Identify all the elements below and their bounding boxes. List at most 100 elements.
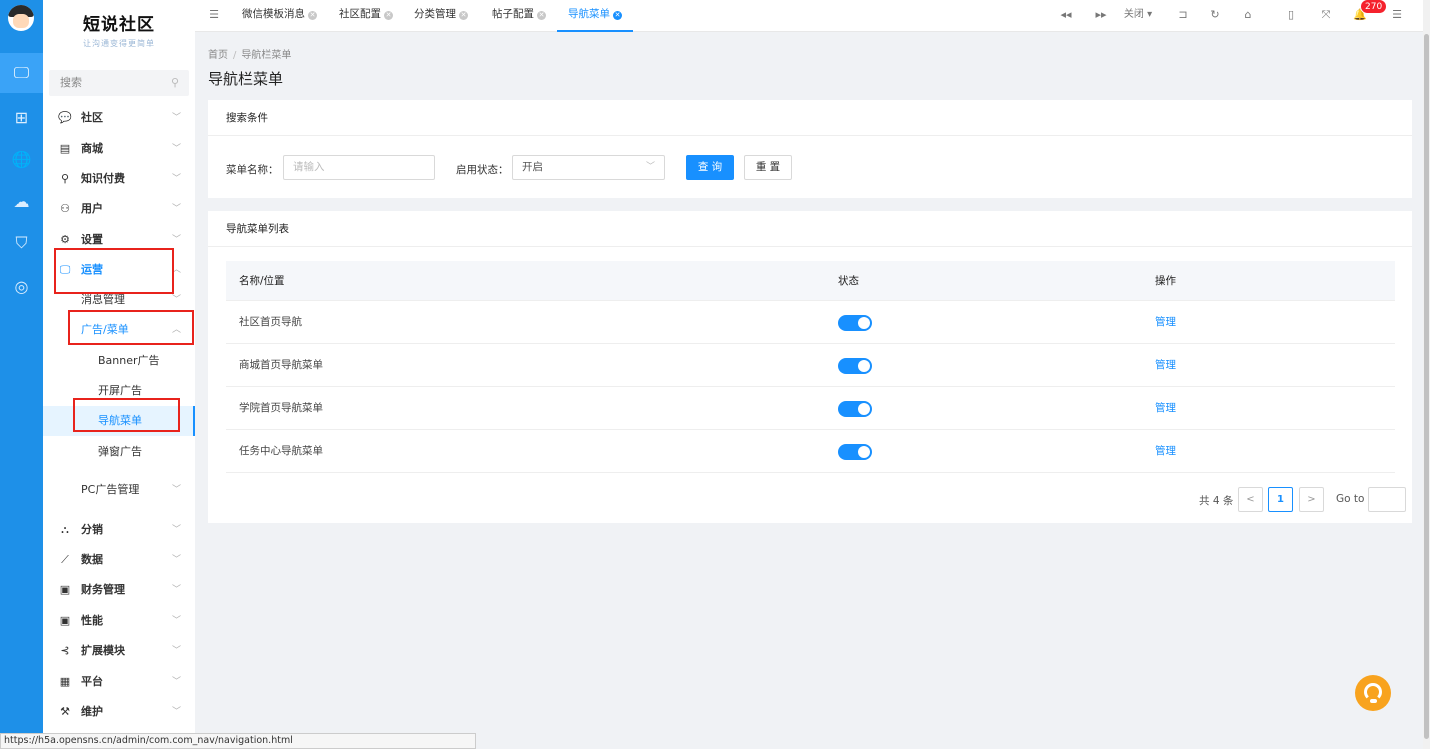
sidebar-item-label: 社区 xyxy=(81,111,103,124)
sidebar-item-finance[interactable]: ▣ 财务管理 ﹀ xyxy=(43,575,195,605)
close-icon[interactable]: ✕ xyxy=(537,11,546,20)
search-icon[interactable]: ⚲ xyxy=(171,70,179,96)
status-toggle[interactable] xyxy=(838,358,872,374)
sidebar-item-label: 性能 xyxy=(81,614,103,627)
column-header-action: 操作 xyxy=(1155,275,1176,287)
sidebar: 短说社区 让沟通变得更简单 搜索 ⚲ 💬 社区 ﹀ ▤ 商城 ﹀ ⚲ 知识付费 ﹀ ⚇ 用户 ﹀… xyxy=(43,0,195,749)
manage-link[interactable]: 管理 xyxy=(1155,344,1176,387)
chevron-down-icon: ﹀ xyxy=(171,585,181,595)
sidebar-item-extensions[interactable]: ⊰ 扩展模块 ﹀ xyxy=(43,636,195,666)
goto-label: Go to xyxy=(1336,493,1365,505)
close-tabs-label: 关闭 xyxy=(1123,9,1144,20)
customer-service-icon[interactable] xyxy=(1355,675,1391,711)
sidebar-item-label: 商城 xyxy=(81,142,103,155)
home-icon[interactable]: ⌂ xyxy=(1241,0,1255,30)
sidebar-item-mall[interactable]: ▤ 商城 ﹀ xyxy=(43,134,195,164)
sidebar-sub-pc-ad[interactable]: PC广告管理 ﹀ xyxy=(43,475,195,505)
sidebar-search-placeholder: 搜索 xyxy=(60,76,82,89)
tab-community-config[interactable]: 社区配置 ✕ xyxy=(339,0,393,32)
goto-page-input[interactable] xyxy=(1368,487,1406,512)
breadcrumb-current: 导航栏菜单 xyxy=(241,50,292,61)
highlight-box xyxy=(68,310,194,345)
close-tabs-dropdown[interactable]: 关闭 ▾ xyxy=(1120,0,1156,30)
next-page-button[interactable]: > xyxy=(1299,487,1324,512)
headset-icon[interactable]: ◎ xyxy=(0,266,43,306)
extension-icon: ⊰ xyxy=(60,644,70,657)
sidebar-item-platform[interactable]: ▦ 平台 ﹀ xyxy=(43,667,195,697)
shield-icon[interactable]: ⛉ xyxy=(0,223,43,263)
scroll-left-icon[interactable]: ◂◂ xyxy=(1059,0,1073,30)
tab-wechat-template[interactable]: 微信模板消息 ✕ xyxy=(242,0,317,32)
row-name: 商城首页导航菜单 xyxy=(239,359,323,371)
manage-link[interactable]: 管理 xyxy=(1155,301,1176,344)
chevron-down-icon: ﹀ xyxy=(171,646,181,656)
scroll-right-icon[interactable]: ▸▸ xyxy=(1094,0,1108,30)
refresh-icon[interactable]: ↻ xyxy=(1208,0,1222,30)
platform-icon: ▦ xyxy=(59,675,71,688)
status-select[interactable]: 开启 ﹀ xyxy=(512,155,665,180)
menu-name-input[interactable]: 请输入 xyxy=(283,155,435,180)
mobile-icon[interactable]: ▯ xyxy=(1284,0,1298,30)
status-label: 启用状态： xyxy=(456,164,509,176)
notification-badge: 270 xyxy=(1360,0,1388,14)
fullscreen-icon[interactable]: ⤧ xyxy=(1319,0,1333,30)
menu-name-label: 菜单名称： xyxy=(226,164,279,176)
manage-link[interactable]: 管理 xyxy=(1155,430,1176,473)
query-button[interactable]: 查 询 xyxy=(686,155,734,180)
exit-icon[interactable]: ⊐ xyxy=(1176,0,1190,30)
monitor-icon[interactable]: 🖵 xyxy=(0,53,43,93)
more-menu-icon[interactable]: ☰ xyxy=(1390,0,1404,30)
user-avatar[interactable] xyxy=(8,5,34,31)
chat-icon: 💬 xyxy=(58,111,72,124)
highlight-box xyxy=(73,398,180,432)
sidebar-item-maintenance[interactable]: ⚒ 维护 ﹀ xyxy=(43,697,195,727)
tab-nav-menu[interactable]: 导航菜单 ✕ xyxy=(557,0,633,32)
logo-name: 短说社区 xyxy=(83,15,155,35)
list-card-title: 导航菜单列表 xyxy=(208,211,1412,247)
reset-button[interactable]: 重 置 xyxy=(744,155,792,180)
status-toggle[interactable] xyxy=(838,401,872,417)
manage-link[interactable]: 管理 xyxy=(1155,387,1176,430)
menu-toggle-icon[interactable]: ☰ xyxy=(207,0,221,30)
close-icon[interactable]: ✕ xyxy=(613,11,622,20)
globe-icon[interactable]: 🌐 xyxy=(0,139,43,179)
column-header-name: 名称/位置 xyxy=(239,275,285,287)
page-scrollbar[interactable] xyxy=(1423,0,1430,749)
sidebar-item-knowledge[interactable]: ⚲ 知识付费 ﹀ xyxy=(43,164,195,194)
sidebar-sub-label: Banner广告 xyxy=(98,354,160,367)
sidebar-item-performance[interactable]: ▣ 性能 ﹀ xyxy=(43,606,195,636)
cloud-icon[interactable]: ☁ xyxy=(0,181,43,221)
status-toggle[interactable] xyxy=(838,315,872,331)
grid-icon[interactable]: ⊞ xyxy=(0,97,43,137)
close-icon[interactable]: ✕ xyxy=(384,11,393,20)
close-icon[interactable]: ✕ xyxy=(308,11,317,20)
sidebar-item-label: 分销 xyxy=(81,523,103,536)
scrollbar-thumb[interactable] xyxy=(1424,34,1429,739)
sidebar-item-users[interactable]: ⚇ 用户 ﹀ xyxy=(43,194,195,224)
sidebar-item-label: 维护 xyxy=(81,705,103,718)
finance-icon: ▣ xyxy=(59,583,71,596)
prev-page-button[interactable]: < xyxy=(1238,487,1263,512)
close-icon[interactable]: ✕ xyxy=(459,11,468,20)
sidebar-search-input[interactable]: 搜索 ⚲ xyxy=(49,70,189,96)
sidebar-sub-label: PC广告管理 xyxy=(81,483,140,496)
table-row: 社区首页导航 管理 xyxy=(226,301,1395,344)
status-toggle[interactable] xyxy=(838,444,872,460)
sidebar-sub-banner[interactable]: Banner广告 xyxy=(43,346,195,376)
tab-label: 帖子配置 xyxy=(492,8,534,20)
page-number-button[interactable]: 1 xyxy=(1268,487,1293,512)
sidebar-item-community[interactable]: 💬 社区 ﹀ xyxy=(43,103,195,133)
row-name: 社区首页导航 xyxy=(239,316,302,328)
sidebar-item-data[interactable]: ⟋ 数据 ﹀ xyxy=(43,545,195,575)
column-header-status: 状态 xyxy=(838,275,859,287)
browser-status-url: https://h5a.opensns.cn/admin/com.com_nav… xyxy=(0,733,476,749)
tab-category[interactable]: 分类管理 ✕ xyxy=(414,0,468,32)
breadcrumb-home[interactable]: 首页 xyxy=(208,50,228,61)
sidebar-sub-popup[interactable]: 弹窗广告 xyxy=(43,437,195,467)
tab-post-config[interactable]: 帖子配置 ✕ xyxy=(492,0,546,32)
table-row: 任务中心导航菜单 管理 xyxy=(226,430,1395,473)
toggle-knob xyxy=(858,446,870,458)
sidebar-item-distribution[interactable]: ⛬ 分销 ﹀ xyxy=(43,515,195,545)
breadcrumb: 首页 / 导航栏菜单 xyxy=(208,46,291,61)
store-icon: ▤ xyxy=(59,142,71,155)
